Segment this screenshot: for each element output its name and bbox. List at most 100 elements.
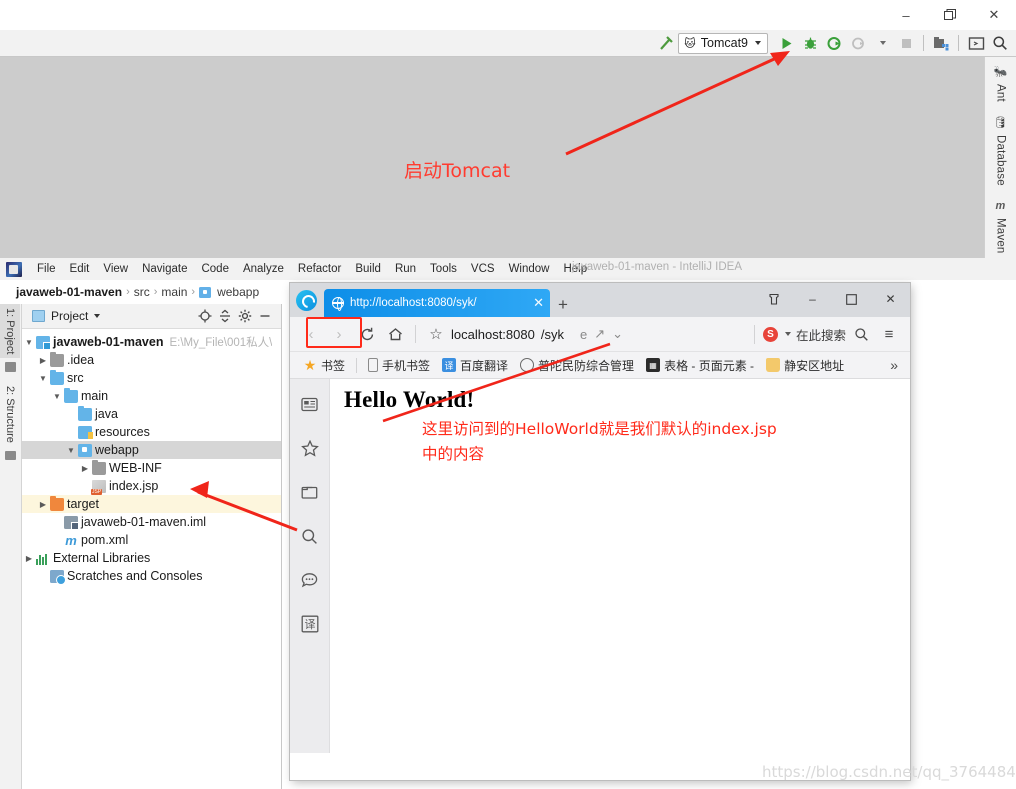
tree-expand-arrow[interactable]: ▶ — [78, 464, 92, 473]
menu-item-code[interactable]: Code — [194, 261, 236, 277]
terminal-button[interactable] — [965, 32, 987, 54]
tool-button-maven[interactable]: m Maven — [995, 200, 1007, 254]
bookmarks-overflow-button[interactable]: » — [886, 357, 902, 373]
bookmark-star-button[interactable]: ☆ — [423, 321, 449, 347]
profile-dropdown[interactable] — [871, 32, 893, 54]
run-with-coverage-button[interactable] — [823, 32, 845, 54]
bookmarks-bar: ★ 书签 手机书签译百度翻译 普陀民防综合管理 ▦ 表格 - 页面元素 - 静安区地址 » — [290, 352, 910, 379]
tree-row[interactable]: ▼ src — [22, 369, 281, 387]
tree-expand-arrow[interactable]: ▶ — [36, 356, 50, 365]
tree-row[interactable]: ▼ javaweb-01-maven E:\My_File\001私人\ — [22, 333, 281, 351]
browser-maximize-button[interactable] — [832, 283, 871, 315]
menu-item-vcs[interactable]: VCS — [464, 261, 502, 277]
tree-row[interactable]: ▶ WEB-INF — [22, 459, 281, 477]
chat-bubble-icon[interactable] — [299, 569, 321, 591]
tree-row[interactable]: resources — [22, 423, 281, 441]
chevron-down-icon[interactable] — [94, 314, 101, 318]
menu-item-build[interactable]: Build — [348, 261, 388, 277]
top-right-tool-strip: 🐜 Ant 🛢 Database m Maven — [984, 57, 1016, 258]
locate-file-button[interactable] — [195, 306, 215, 326]
menu-item-navigate[interactable]: Navigate — [135, 261, 194, 277]
tree-expand-arrow[interactable]: ▶ — [22, 554, 36, 563]
forward-button[interactable]: › — [326, 321, 352, 347]
edge-e-icon[interactable]: e — [580, 327, 587, 342]
translate-icon[interactable]: 译 — [299, 613, 321, 635]
tree-row[interactable]: m pom.xml — [22, 531, 281, 549]
run-configuration-selector[interactable]: 🐱 Tomcat9 — [678, 32, 768, 54]
bookmark-item[interactable]: 普陀民防综合管理 — [515, 355, 639, 376]
search-everywhere-button[interactable] — [989, 32, 1011, 54]
tree-expand-arrow[interactable]: ▼ — [50, 392, 64, 401]
news-card-icon[interactable] — [299, 393, 321, 415]
bookmark-item[interactable]: 手机书签 — [363, 355, 435, 376]
tree-row[interactable]: javaweb-01-maven.iml — [22, 513, 281, 531]
menu-item-refactor[interactable]: Refactor — [291, 261, 348, 277]
skin-button[interactable] — [754, 283, 793, 315]
breadcrumb-item-project[interactable]: javaweb-01-maven — [16, 285, 122, 299]
chevron-down-icon[interactable]: ⌄ — [612, 326, 623, 342]
chevron-down-icon[interactable] — [784, 332, 791, 336]
hide-panel-button[interactable] — [255, 306, 275, 326]
home-button[interactable] — [382, 321, 408, 347]
tree-row[interactable]: ▼ webapp — [22, 441, 281, 459]
browser-close-button[interactable]: ✕ — [871, 283, 910, 315]
close-tab-icon[interactable]: ✕ — [533, 295, 544, 311]
tool-button-database[interactable]: 🛢 Database — [993, 116, 1007, 186]
settings-button[interactable] — [235, 306, 255, 326]
new-tab-button[interactable]: + — [558, 296, 568, 313]
menu-item-run[interactable]: Run — [388, 261, 423, 277]
bookmark-item[interactable]: 译百度翻译 — [437, 355, 513, 376]
menu-item-file[interactable]: File — [30, 261, 63, 277]
tree-row[interactable]: index.jsp — [22, 477, 281, 495]
collapse-all-button[interactable] — [215, 306, 235, 326]
restore-button[interactable] — [928, 0, 972, 30]
tree-row[interactable]: ▼ main — [22, 387, 281, 405]
tool-button-ant[interactable]: 🐜 Ant — [994, 65, 1008, 102]
tree-expand-arrow[interactable]: ▼ — [22, 338, 36, 347]
sidebar-tab-project[interactable]: 1: Project — [0, 304, 20, 359]
update-project-button[interactable] — [930, 32, 952, 54]
sogou-search-engine-icon[interactable]: S — [762, 326, 778, 342]
search-icon[interactable] — [299, 525, 321, 547]
browser-menu-button[interactable]: ≡ — [876, 321, 902, 347]
menu-item-window[interactable]: Window — [502, 261, 557, 277]
back-button[interactable]: ‹ — [298, 321, 324, 347]
folder-icon — [766, 358, 781, 372]
share-icon[interactable]: ↗ — [594, 326, 605, 342]
bookmark-item[interactable]: ▦ 表格 - 页面元素 - — [641, 355, 759, 376]
tree-expand-arrow[interactable]: ▼ — [36, 374, 50, 383]
reload-button[interactable] — [354, 321, 380, 347]
tree-row[interactable]: Scratches and Consoles — [22, 567, 281, 585]
screenshot-icon[interactable] — [299, 481, 321, 503]
search-submit-button[interactable] — [848, 321, 874, 347]
breadcrumb-item-main[interactable]: main — [161, 285, 187, 299]
favorites-star-icon[interactable] — [299, 437, 321, 459]
breadcrumb-item-src[interactable]: src — [134, 285, 150, 299]
menu-item-view[interactable]: View — [96, 261, 135, 277]
debug-button[interactable] — [799, 32, 821, 54]
browser-minimize-button[interactable]: – — [793, 283, 832, 315]
menu-item-tools[interactable]: Tools — [423, 261, 464, 277]
menu-item-analyze[interactable]: Analyze — [236, 261, 291, 277]
tree-expand-arrow[interactable]: ▼ — [64, 446, 78, 455]
browser-tab-active[interactable]: http://localhost:8080/syk/ ✕ — [324, 289, 550, 317]
bookmark-item[interactable]: ★ 书签 — [298, 355, 350, 376]
tree-row[interactable]: ▶ .idea — [22, 351, 281, 369]
tree-row[interactable]: java — [22, 405, 281, 423]
tool-label-ant: Ant — [994, 84, 1007, 102]
menu-item-edit[interactable]: Edit — [63, 261, 97, 277]
run-button[interactable] — [775, 32, 797, 54]
bookmark-label: 手机书签 — [382, 358, 431, 373]
bookmark-item[interactable]: 静安区地址 — [761, 355, 849, 376]
search-box[interactable]: S 在此搜索 — [753, 324, 846, 344]
breadcrumb-item-webapp[interactable]: webapp — [217, 285, 259, 299]
minimize-button[interactable]: – — [884, 0, 928, 30]
sidebar-tab-structure[interactable]: 2: Structure — [0, 382, 20, 447]
tree-row[interactable]: ▶ External Libraries — [22, 549, 281, 567]
tree-row[interactable]: ▶ target — [22, 495, 281, 513]
tree-expand-arrow[interactable]: ▶ — [36, 500, 50, 509]
build-button[interactable] — [655, 32, 677, 54]
search-icon — [854, 327, 868, 341]
close-button[interactable]: ✕ — [972, 0, 1016, 30]
address-bar[interactable]: localhost:8080/syk e ↗ ⌄ — [451, 321, 752, 347]
